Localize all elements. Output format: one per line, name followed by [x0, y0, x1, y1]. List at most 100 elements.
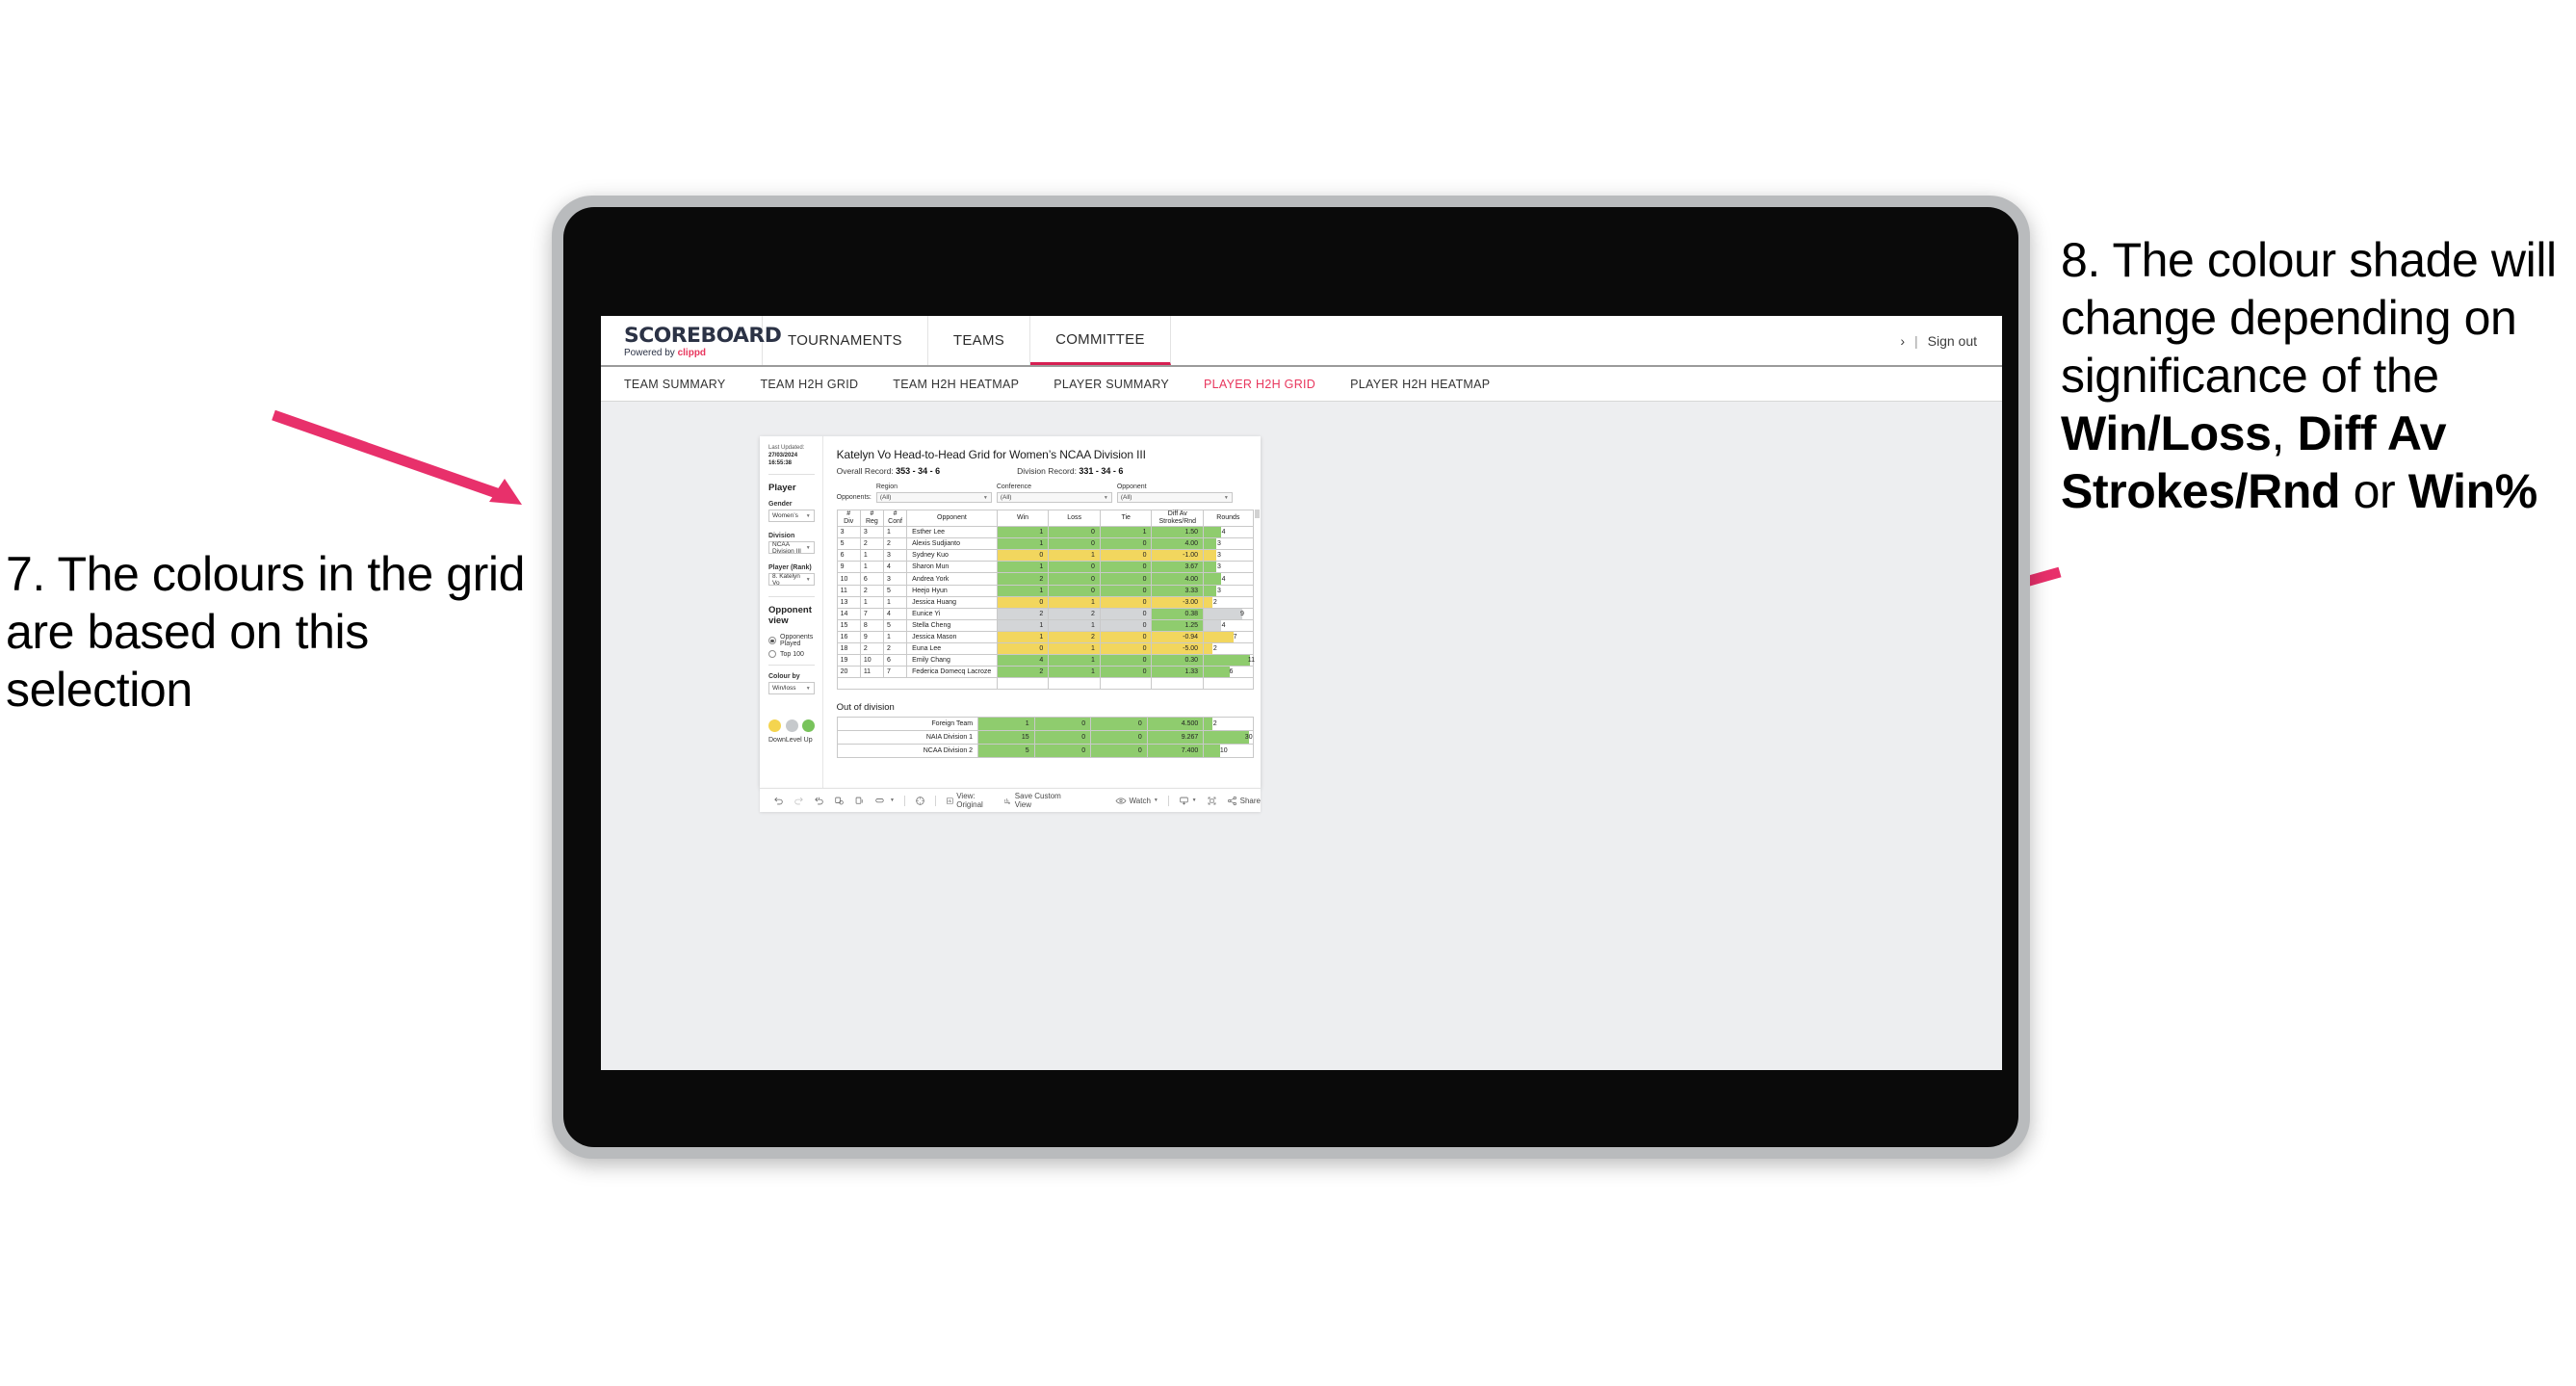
- view-original-label: View: Original: [956, 792, 983, 809]
- chevron-down-icon: ▼: [805, 512, 811, 519]
- division-select[interactable]: NCAA Division III ▼: [768, 541, 815, 555]
- toolbar-divider-1: [903, 795, 905, 806]
- radio-top-100[interactable]: Top 100: [768, 650, 815, 659]
- sign-out-link[interactable]: Sign out: [1928, 333, 1977, 349]
- cell-win: 1: [996, 537, 1050, 551]
- cell-diff: 0.30: [1151, 654, 1205, 667]
- table-row[interactable]: 11 2 5 Heejo Hyun 1 0 0 3.33 3: [836, 584, 1254, 597]
- rounds-value: 4: [1221, 621, 1226, 629]
- grid-scrollbar-thumb[interactable]: [1254, 510, 1260, 518]
- view-original-button[interactable]: View: Original: [946, 792, 995, 809]
- filter-opponent-label: Opponent: [1116, 484, 1147, 490]
- player-rank-value: 8. Katelyn Vo: [772, 572, 800, 587]
- colour-by-select[interactable]: Win/loss ▼: [768, 682, 815, 695]
- save-custom-view-button[interactable]: Save Custom View: [1003, 792, 1066, 809]
- cell-tie: 0: [1090, 730, 1148, 745]
- cell-conf: 4: [882, 561, 908, 574]
- legend-down: Down: [768, 719, 786, 744]
- cell-diff: 3.33: [1151, 584, 1205, 597]
- pause-updates-icon[interactable]: [854, 796, 865, 806]
- table-row[interactable]: 9 1 4 Sharon Mun 1 0 0 3.67 3: [836, 561, 1254, 574]
- legend-down-swatch: [768, 719, 781, 733]
- share-label: Share: [1239, 796, 1261, 805]
- brand-logo[interactable]: SCOREBOARD Powered by clippd: [601, 316, 782, 365]
- cell-opponent: Jessica Huang: [906, 595, 998, 609]
- player-rank-select[interactable]: 8. Katelyn Vo ▼: [768, 572, 815, 587]
- watch-label: Watch: [1129, 796, 1151, 805]
- col-loss: Loss: [1048, 509, 1101, 528]
- cell-opponent: Euna Lee: [906, 642, 998, 656]
- cell-reg: 9: [859, 630, 884, 644]
- out-of-division-row[interactable]: NAIA Division 1 15 0 0 9.267 30: [836, 730, 1254, 745]
- subnav-team-h2h-heatmap[interactable]: TEAM H2H HEATMAP: [893, 378, 1019, 391]
- table-row[interactable]: 20 11 7 Federica Domecq Lacroze 2 1 0 1.33 6: [836, 666, 1254, 679]
- cell-reg: 11: [859, 666, 884, 679]
- share-button[interactable]: Share: [1227, 796, 1261, 806]
- table-row[interactable]: 10 6 3 Andrea York 2 0 0 4.00 4: [836, 572, 1254, 586]
- subnav-player-summary[interactable]: PLAYER SUMMARY: [1054, 378, 1169, 391]
- cell-conf: 4: [882, 607, 908, 620]
- records-row: Overall Record: 353 - 34 - 6 Division Re…: [837, 466, 1254, 476]
- table-row[interactable]: 6 1 3 Sydney Kuo 0 1 0 -1.00 3: [836, 549, 1254, 562]
- topnav-committee[interactable]: COMMITTEE: [1030, 316, 1171, 365]
- gender-select[interactable]: Women’s ▼: [768, 510, 815, 523]
- undo-icon[interactable]: [773, 796, 784, 806]
- rounds-value: 3: [1217, 563, 1221, 571]
- h2h-grid-wrapper: # Div # Reg # Conf Opponent Win Loss Tie Di…: [836, 509, 1260, 691]
- subnav-player-h2h-grid[interactable]: PLAYER H2H GRID: [1204, 378, 1315, 391]
- filter-opponent-select[interactable]: (All) ▼: [1116, 492, 1233, 503]
- out-of-division-table: Foreign Team 1 0 0 4.500 2 NAIA Division 1 15 0 0…: [836, 717, 1254, 759]
- download-button[interactable]: ▼: [1179, 796, 1197, 806]
- filter-opponent: Opponent (All) ▼: [1116, 484, 1233, 503]
- radio-top-100-label: Top 100: [780, 650, 804, 658]
- table-row[interactable]: 5 2 2 Alexis Sudjianto 1 0 0 4.00 3: [836, 537, 1254, 551]
- table-row[interactable]: 18 2 2 Euna Lee 0 1 0 -5.00 2: [836, 642, 1254, 656]
- out-of-division-row[interactable]: Foreign Team 1 0 0 4.500 2: [836, 717, 1254, 732]
- subnav-player-h2h-heatmap[interactable]: PLAYER H2H HEATMAP: [1350, 378, 1490, 391]
- radio-opponents-played[interactable]: Opponents Played: [768, 634, 815, 647]
- cell-win: 1: [996, 618, 1050, 632]
- cell-conf: 5: [882, 618, 908, 632]
- out-of-division-row[interactable]: NCAA Division 2 5 0 0 7.400 10: [836, 744, 1254, 759]
- cell-diff: 3.67: [1151, 561, 1205, 574]
- cell-win: 1: [996, 526, 1050, 539]
- table-row[interactable]: 13 1 1 Jessica Huang 0 1 0 -3.00 2: [836, 595, 1254, 609]
- cell-rounds: 3: [1203, 561, 1254, 574]
- revert-icon[interactable]: [814, 796, 824, 806]
- highlight-icon[interactable]: ▼: [874, 796, 895, 806]
- cell-loss: 1: [1048, 666, 1101, 679]
- fullscreen-button[interactable]: [1207, 796, 1217, 806]
- opponents-label: Opponents:: [836, 494, 872, 501]
- subnav-team-h2h-grid[interactable]: TEAM H2H GRID: [760, 378, 858, 391]
- cell-reg: 2: [859, 537, 884, 551]
- table-row[interactable]: 16 9 1 Jessica Mason 1 2 0 -0.94 7: [836, 630, 1254, 644]
- table-row[interactable]: 15 8 5 Stella Cheng 1 1 0 1.25 4: [836, 618, 1254, 632]
- cell-tie: 0: [1099, 572, 1153, 586]
- cell-diff: -0.94: [1151, 630, 1205, 644]
- topnav-tournaments[interactable]: TOURNAMENTS: [763, 316, 928, 365]
- bottom-toolbar: ▼ View: Original Save Custom View Watch …: [760, 788, 1261, 812]
- redo-icon[interactable]: [794, 796, 804, 806]
- divider-2: [768, 596, 815, 598]
- topnav-teams[interactable]: TEAMS: [928, 316, 1031, 365]
- table-row[interactable]: 19 10 6 Emily Chang 4 1 0 0.30 11: [836, 654, 1255, 667]
- help-icon[interactable]: [915, 796, 925, 806]
- filter-conference-select[interactable]: (All) ▼: [996, 492, 1112, 503]
- page-title: Katelyn Vo Head-to-Head Grid for Women’s…: [836, 448, 1146, 461]
- filter-region-select[interactable]: (All) ▼: [875, 492, 992, 503]
- chevron-down-icon: ▼: [805, 576, 811, 583]
- cell-opponent: Stella Cheng: [906, 618, 998, 632]
- cell-tie: 0: [1099, 607, 1153, 620]
- table-row[interactable]: 3 3 1 Esther Lee 1 0 1 1.50 4: [836, 526, 1254, 539]
- table-row[interactable]: 14 7 4 Eunice Yi 2 2 0 0.38 9: [836, 607, 1254, 620]
- cell-rounds: 4: [1203, 526, 1254, 539]
- cell-diff: 1.33: [1151, 666, 1205, 679]
- cell-tie: 0: [1099, 537, 1153, 551]
- chevron-right-icon[interactable]: ›: [1900, 333, 1905, 349]
- cell-loss: 0: [1033, 717, 1092, 732]
- cell-conf: 3: [882, 572, 908, 586]
- watch-button[interactable]: Watch ▼: [1115, 796, 1158, 806]
- rounds-value: 30: [1244, 734, 1253, 742]
- subnav-team-summary[interactable]: TEAM SUMMARY: [624, 378, 725, 391]
- refresh-data-icon[interactable]: [834, 796, 845, 806]
